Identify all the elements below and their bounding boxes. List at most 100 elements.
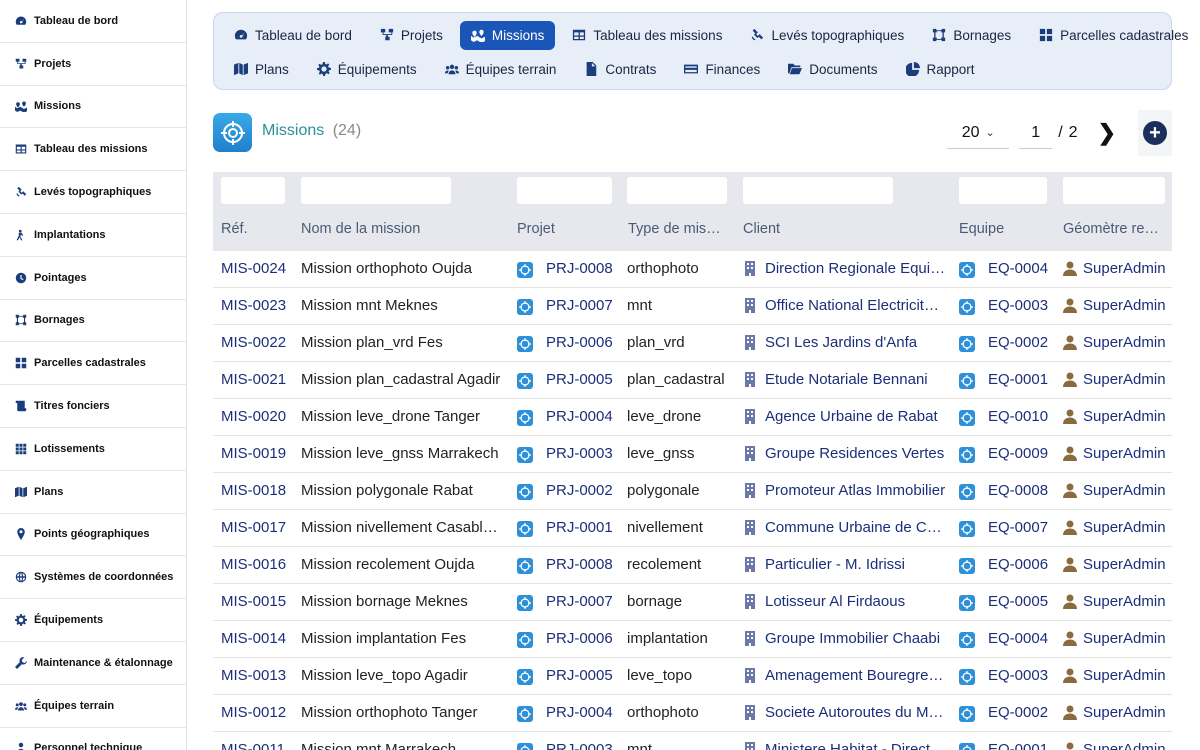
column-header[interactable]: Géomètre re… bbox=[1063, 221, 1165, 237]
sidebar-item-14[interactable]: Équipements bbox=[0, 599, 186, 642]
client-link[interactable]: Agence Urbaine de Rabat bbox=[765, 408, 947, 425]
column-filter-input[interactable] bbox=[743, 177, 893, 204]
client-link[interactable]: Groupe Immobilier Chaabi bbox=[765, 630, 947, 647]
team-link[interactable]: EQ-0003 bbox=[988, 297, 1058, 314]
tab-row2-3[interactable]: Contrats bbox=[573, 55, 667, 84]
table-row[interactable]: MIS-0015 Mission bornage Meknes PRJ-0007 bo… bbox=[213, 584, 1172, 621]
sidebar-item-4[interactable]: Levés topographiques bbox=[0, 171, 186, 214]
next-page-button[interactable]: ❯ bbox=[1098, 120, 1116, 146]
project-link[interactable]: PRJ-0001 bbox=[546, 519, 621, 536]
project-link[interactable]: PRJ-0004 bbox=[546, 408, 621, 425]
client-link[interactable]: Office National Electricit… bbox=[765, 297, 947, 314]
table-row[interactable]: MIS-0014 Mission implantation Fes PRJ-0006… bbox=[213, 621, 1172, 658]
project-link[interactable]: PRJ-0005 bbox=[546, 371, 621, 388]
sidebar-item-7[interactable]: Bornages bbox=[0, 299, 186, 343]
column-header[interactable]: Projet bbox=[517, 221, 617, 237]
table-row[interactable]: MIS-0023 Mission mnt Meknes PRJ-0007 mnt Off… bbox=[213, 288, 1172, 325]
surveyor-link[interactable]: SuperAdmin bbox=[1083, 741, 1171, 750]
client-link[interactable]: Lotisseur Al Firdaous bbox=[765, 593, 947, 610]
team-link[interactable]: EQ-0005 bbox=[988, 593, 1058, 610]
project-link[interactable]: PRJ-0003 bbox=[546, 445, 621, 462]
mission-ref-link[interactable]: MIS-0018 bbox=[221, 482, 296, 499]
sidebar-item-5[interactable]: Implantations bbox=[0, 213, 186, 257]
team-link[interactable]: EQ-0008 bbox=[988, 482, 1058, 499]
sidebar-item-8[interactable]: Parcelles cadastrales bbox=[0, 342, 186, 386]
mission-ref-link[interactable]: MIS-0013 bbox=[221, 667, 296, 684]
surveyor-link[interactable]: SuperAdmin bbox=[1083, 371, 1171, 388]
mission-ref-link[interactable]: MIS-0012 bbox=[221, 704, 296, 721]
column-filter-input[interactable] bbox=[959, 177, 1047, 204]
team-link[interactable]: EQ-0004 bbox=[988, 630, 1058, 647]
table-row[interactable]: MIS-0018 Mission polygonale Rabat PRJ-0002… bbox=[213, 473, 1172, 510]
client-link[interactable]: SCI Les Jardins d'Anfa bbox=[765, 334, 947, 351]
table-row[interactable]: MIS-0019 Mission leve_gnss Marrakech PRJ-0… bbox=[213, 436, 1172, 473]
mission-ref-link[interactable]: MIS-0022 bbox=[221, 334, 296, 351]
surveyor-link[interactable]: SuperAdmin bbox=[1083, 704, 1171, 721]
team-link[interactable]: EQ-0006 bbox=[988, 556, 1058, 573]
sidebar-item-1[interactable]: Projets bbox=[0, 42, 186, 86]
surveyor-link[interactable]: SuperAdmin bbox=[1083, 260, 1171, 277]
client-link[interactable]: Particulier - M. Idrissi bbox=[765, 556, 947, 573]
sidebar-item-16[interactable]: Équipes terrain bbox=[0, 684, 186, 728]
table-row[interactable]: MIS-0012 Mission orthophoto Tanger PRJ-000… bbox=[213, 695, 1172, 732]
column-header[interactable]: Equipe bbox=[959, 221, 1054, 237]
column-filter-input[interactable] bbox=[627, 177, 727, 204]
team-link[interactable]: EQ-0009 bbox=[988, 445, 1058, 462]
surveyor-link[interactable]: SuperAdmin bbox=[1083, 630, 1171, 647]
tab-row1-2[interactable]: Missions bbox=[459, 20, 556, 50]
sidebar-item-17[interactable]: Personnel technique bbox=[0, 727, 186, 750]
surveyor-link[interactable]: SuperAdmin bbox=[1083, 482, 1171, 499]
sidebar-item-9[interactable]: Titres fonciers bbox=[0, 385, 186, 428]
sidebar-item-10[interactable]: Lotissements bbox=[0, 427, 186, 471]
team-link[interactable]: EQ-0003 bbox=[988, 667, 1058, 684]
client-link[interactable]: Direction Regionale Equi… bbox=[765, 260, 947, 277]
column-filter-input[interactable] bbox=[1063, 177, 1165, 204]
column-filter-input[interactable] bbox=[221, 177, 285, 204]
table-row[interactable]: MIS-0016 Mission recolement Oujda PRJ-0008… bbox=[213, 547, 1172, 584]
project-link[interactable]: PRJ-0003 bbox=[546, 741, 621, 750]
surveyor-link[interactable]: SuperAdmin bbox=[1083, 667, 1171, 684]
mission-ref-link[interactable]: MIS-0014 bbox=[221, 630, 296, 647]
sidebar-item-12[interactable]: Points géographiques bbox=[0, 513, 186, 557]
mission-ref-link[interactable]: MIS-0019 bbox=[221, 445, 296, 462]
tab-row1-1[interactable]: Projets bbox=[369, 21, 454, 50]
tab-row2-4[interactable]: Finances bbox=[673, 55, 771, 84]
column-header[interactable]: Nom de la mission bbox=[301, 221, 511, 237]
mission-ref-link[interactable]: MIS-0023 bbox=[221, 297, 296, 314]
team-link[interactable]: EQ-0002 bbox=[988, 704, 1058, 721]
sidebar-item-3[interactable]: Tableau des missions bbox=[0, 128, 186, 172]
column-filter-input[interactable] bbox=[301, 177, 451, 204]
tab-row2-2[interactable]: Équipes terrain bbox=[434, 55, 568, 84]
tab-row1-3[interactable]: Tableau des missions bbox=[561, 21, 733, 50]
sidebar-item-11[interactable]: Plans bbox=[0, 470, 186, 514]
sidebar-item-0[interactable]: Tableau de bord bbox=[0, 0, 186, 43]
project-link[interactable]: PRJ-0008 bbox=[546, 260, 621, 277]
surveyor-link[interactable]: SuperAdmin bbox=[1083, 334, 1171, 351]
client-link[interactable]: Ministere Habitat - Direct… bbox=[765, 741, 947, 750]
column-header[interactable]: Client bbox=[743, 221, 943, 237]
surveyor-link[interactable]: SuperAdmin bbox=[1083, 593, 1171, 610]
client-link[interactable]: Societe Autoroutes du M… bbox=[765, 704, 947, 721]
sidebar-item-2[interactable]: Missions bbox=[0, 85, 186, 129]
tab-row2-0[interactable]: Plans bbox=[223, 55, 300, 84]
team-link[interactable]: EQ-0001 bbox=[988, 741, 1058, 750]
team-link[interactable]: EQ-0004 bbox=[988, 260, 1058, 277]
mission-ref-link[interactable]: MIS-0021 bbox=[221, 371, 296, 388]
client-link[interactable]: Amenagement Bouregre… bbox=[765, 667, 947, 684]
surveyor-link[interactable]: SuperAdmin bbox=[1083, 556, 1171, 573]
project-link[interactable]: PRJ-0007 bbox=[546, 593, 621, 610]
table-row[interactable]: MIS-0017 Mission nivellement Casabl… PRJ-0… bbox=[213, 510, 1172, 547]
table-row[interactable]: MIS-0024 Mission orthophoto Oujda PRJ-0008… bbox=[213, 251, 1172, 288]
mission-ref-link[interactable]: MIS-0020 bbox=[221, 408, 296, 425]
team-link[interactable]: EQ-0002 bbox=[988, 334, 1058, 351]
mission-ref-link[interactable]: MIS-0011 bbox=[221, 741, 296, 750]
per-page-select[interactable]: 20 ⌄ bbox=[947, 117, 1010, 149]
sidebar-item-13[interactable]: Systèmes de coordonnées bbox=[0, 556, 186, 600]
tab-row1-0[interactable]: Tableau de bord bbox=[223, 21, 363, 50]
table-row[interactable]: MIS-0021 Mission plan_cadastral Agadir PRJ… bbox=[213, 362, 1172, 399]
team-link[interactable]: EQ-0001 bbox=[988, 371, 1058, 388]
column-header[interactable]: Réf. bbox=[221, 221, 296, 237]
sidebar-item-6[interactable]: Pointages bbox=[0, 256, 186, 300]
project-link[interactable]: PRJ-0004 bbox=[546, 704, 621, 721]
surveyor-link[interactable]: SuperAdmin bbox=[1083, 445, 1171, 462]
